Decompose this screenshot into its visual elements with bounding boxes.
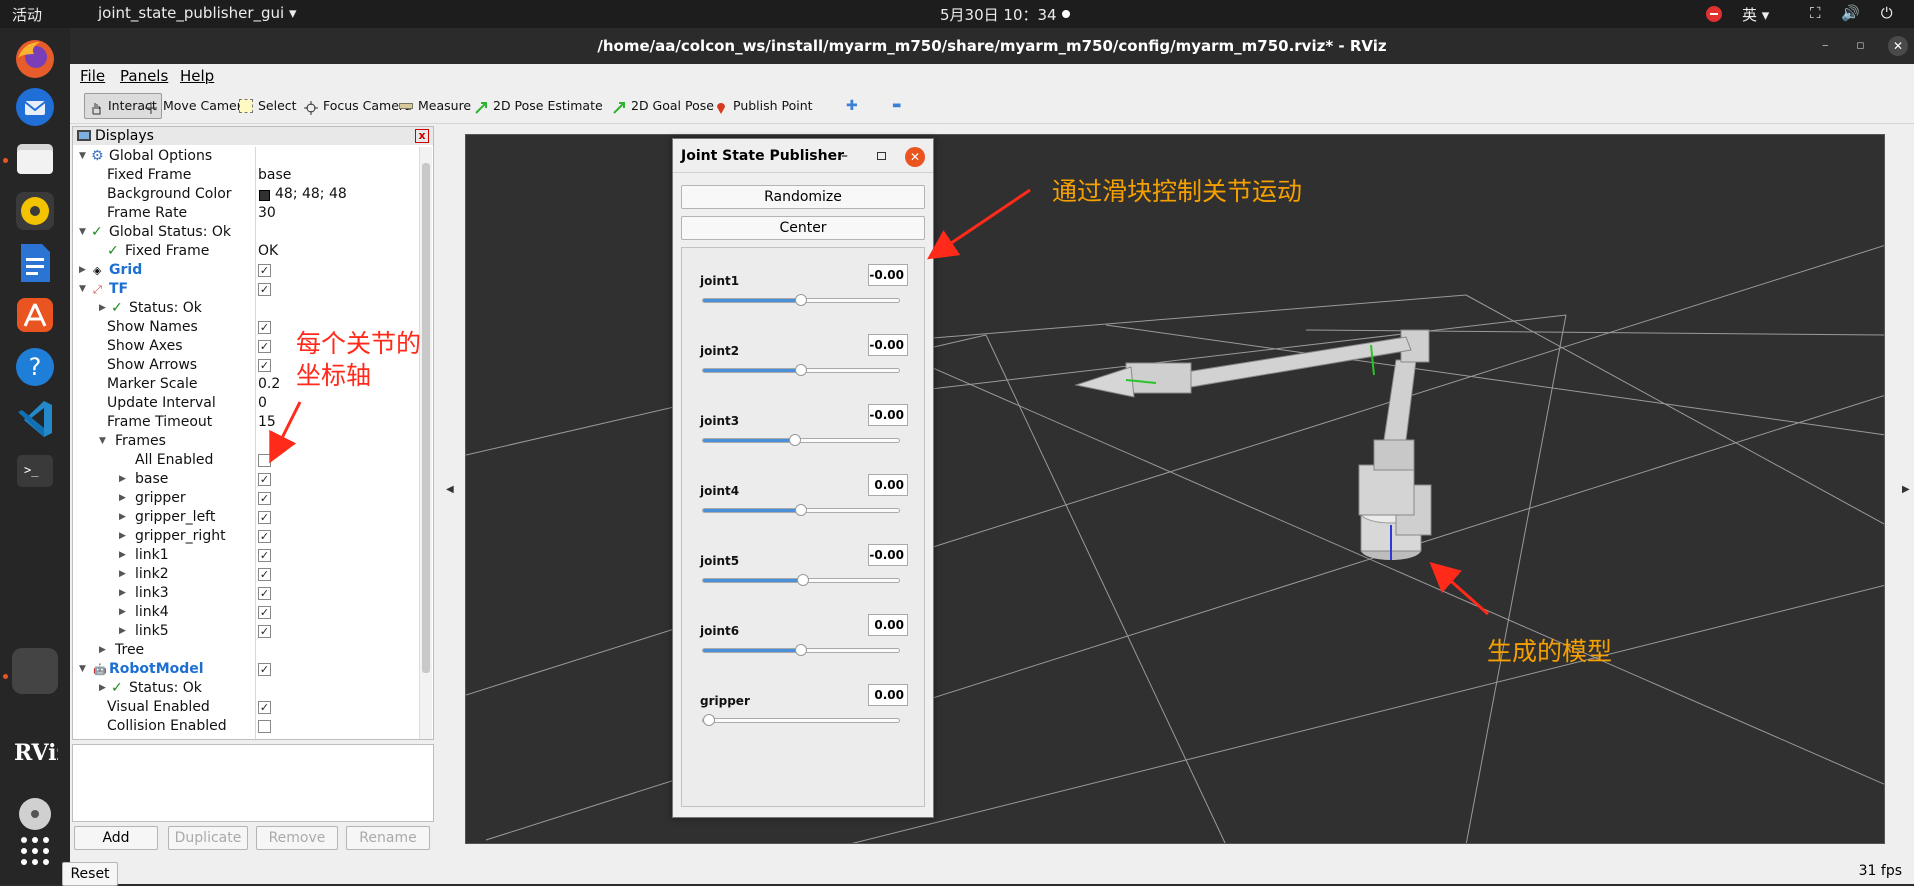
arrow-to-all-enabled xyxy=(269,401,302,464)
annotation-arrows xyxy=(269,188,1489,616)
arrow-to-model xyxy=(1429,562,1489,616)
arrow-to-sliders xyxy=(927,188,1031,260)
